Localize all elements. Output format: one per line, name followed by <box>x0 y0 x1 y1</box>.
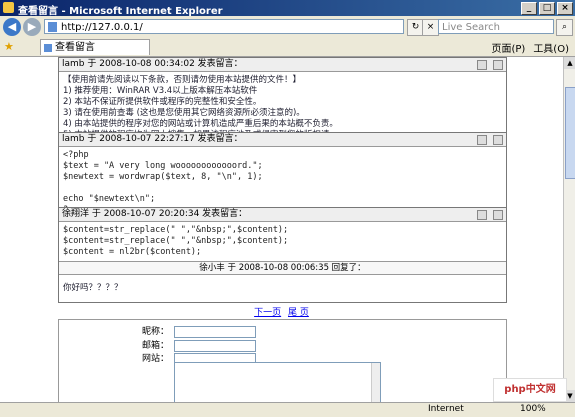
edit-icon[interactable] <box>477 60 487 70</box>
tab-label: 查看留言 <box>55 42 95 53</box>
website-label: 网站： <box>141 354 169 364</box>
favorites-star-icon[interactable]: ★ <box>4 40 14 53</box>
email-label: 邮箱： <box>141 341 169 351</box>
reply-header: 徐小丰 于 2008-10-08 00:06:35 回复了： <box>59 261 506 275</box>
textarea-scrollbar[interactable] <box>371 363 380 402</box>
security-zone: Internet <box>428 404 464 414</box>
message-body: $content=str_replace(" ","&nbsp;",$conte… <box>63 225 289 257</box>
message-card: 徐翔洋 于 2008-10-07 20:20:34 发表留言： $content… <box>58 207 507 303</box>
search-icon[interactable]: ⌕ <box>556 19 573 36</box>
reply-body: 你好吗？？？？ <box>63 283 123 293</box>
maximize-button[interactable]: □ <box>539 2 555 15</box>
minimize-button[interactable]: _ <box>521 2 537 15</box>
page-icon <box>44 44 52 52</box>
window-title: 查看留言 - Microsoft Internet Explorer <box>18 6 223 17</box>
page-viewport: lamb 于 2008-10-08 00:34:02 发表留言： 【使用前请先阅… <box>0 57 563 402</box>
delete-icon[interactable] <box>493 135 503 145</box>
forward-button[interactable]: ▶ <box>23 18 41 36</box>
status-bar: Internet 100% <box>0 402 575 417</box>
tools-menu[interactable]: 工具(O) <box>533 40 569 55</box>
scroll-up-icon[interactable]: ▲ <box>564 57 575 69</box>
close-button[interactable]: × <box>557 2 573 15</box>
vertical-scrollbar[interactable]: ▲ ▼ <box>563 57 575 402</box>
last-page-link[interactable]: 尾 页 <box>288 308 309 318</box>
message-header: lamb 于 2008-10-08 00:34:02 发表留言： <box>59 58 506 72</box>
window-titlebar: 查看留言 - Microsoft Internet Explorer _ □ × <box>0 0 575 17</box>
email-field[interactable] <box>174 339 256 352</box>
message-textarea[interactable] <box>174 362 381 402</box>
address-bar[interactable]: http://127.0.0.1/ <box>44 19 404 34</box>
edit-icon[interactable] <box>477 135 487 145</box>
nickname-field[interactable] <box>174 325 256 338</box>
navigation-bar: ◀ ▶ http://127.0.0.1/ ↻ × Live Search ⌕ <box>0 16 575 39</box>
tab-active[interactable]: 查看留言 <box>40 39 150 55</box>
tab-bar: ★ 查看留言 页面(P) 工具(O) <box>0 38 575 57</box>
next-page-link[interactable]: 下一页 <box>254 308 281 318</box>
back-button[interactable]: ◀ <box>3 18 21 36</box>
nickname-row: 昵称： <box>129 324 329 338</box>
watermark-logo: php中文网 <box>493 378 567 402</box>
ie-icon <box>3 2 14 13</box>
nickname-label: 昵称： <box>141 327 169 337</box>
message-meta: lamb 于 2008-10-08 00:34:02 发表留言： <box>62 59 243 69</box>
zoom-level[interactable]: 100% <box>520 404 546 414</box>
message-header: lamb 于 2008-10-07 22:27:17 发表留言： <box>59 133 506 147</box>
email-row: 邮箱： <box>129 338 329 352</box>
message-header: 徐翔洋 于 2008-10-07 20:20:34 发表留言： <box>59 208 506 222</box>
message-meta: 徐翔洋 于 2008-10-07 20:20:34 发表留言： <box>62 209 248 219</box>
comment-form: 昵称： 邮箱： 网站： <box>58 319 507 402</box>
edit-icon[interactable] <box>477 210 487 220</box>
search-input[interactable]: Live Search <box>438 19 554 34</box>
page-menu[interactable]: 页面(P) <box>491 40 525 55</box>
address-url: http://127.0.0.1/ <box>61 22 143 33</box>
stop-button[interactable]: × <box>422 19 439 36</box>
delete-icon[interactable] <box>493 210 503 220</box>
delete-icon[interactable] <box>493 60 503 70</box>
scroll-thumb[interactable] <box>565 87 575 179</box>
page-icon <box>48 22 57 32</box>
pager: 下一页 尾 页 <box>0 305 563 318</box>
message-meta: lamb 于 2008-10-07 22:27:17 发表留言： <box>62 134 243 144</box>
